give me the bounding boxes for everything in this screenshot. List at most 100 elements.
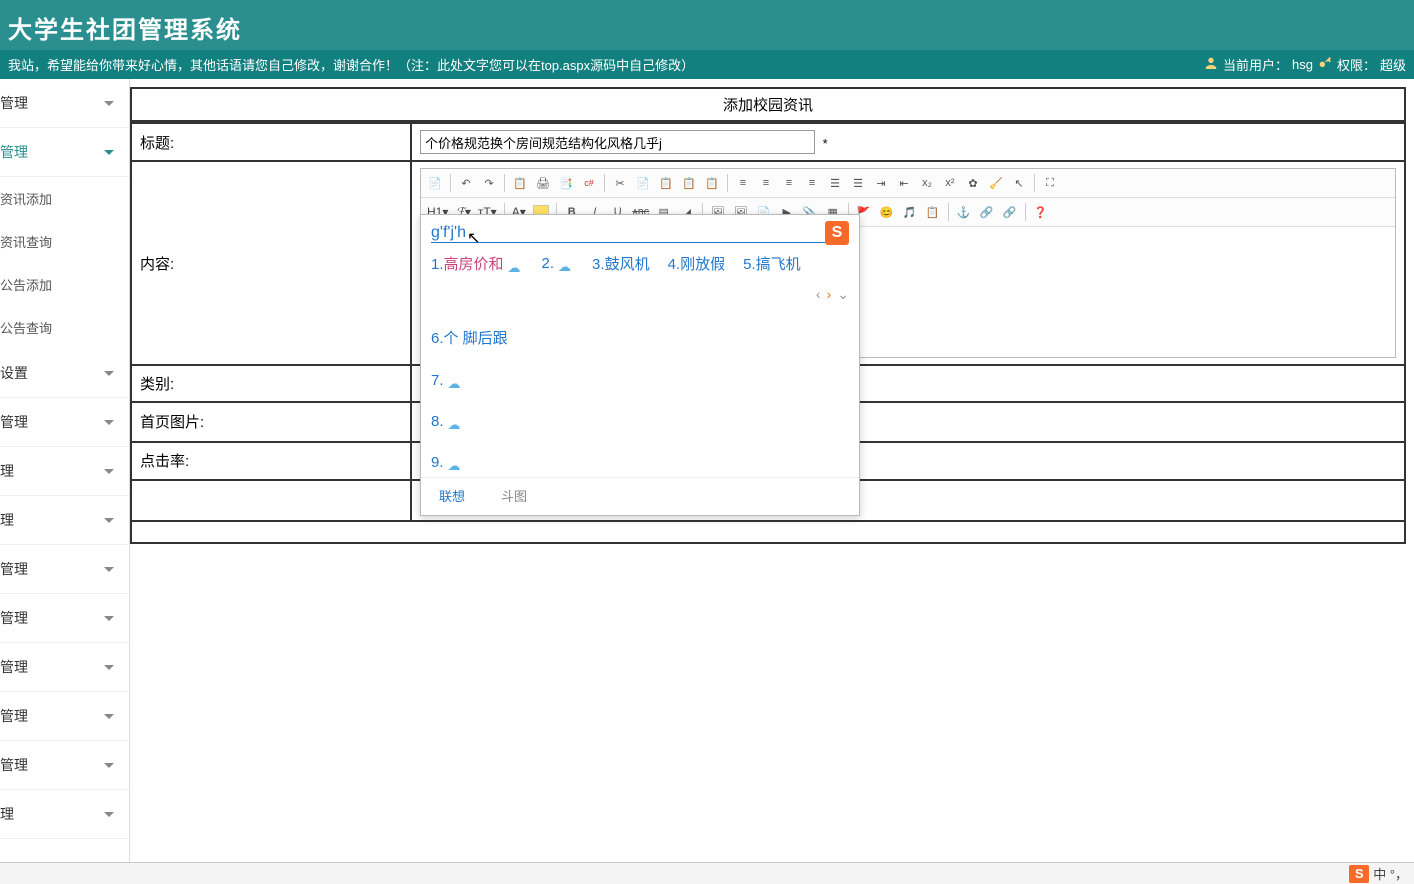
ime-prev-icon[interactable]: ‹: [816, 286, 821, 303]
cloud-icon: [508, 259, 524, 271]
outdent-icon[interactable]: ⇤: [894, 173, 914, 193]
paste-icon[interactable]: 📋: [656, 173, 676, 193]
chevron-down-icon: [104, 616, 114, 621]
help-icon[interactable]: ❓: [1031, 202, 1051, 222]
align-right-icon[interactable]: ≡: [779, 173, 799, 193]
paste-word-icon[interactable]: 📋: [679, 173, 699, 193]
chevron-down-icon: [104, 714, 114, 719]
align-justify-icon[interactable]: ≡: [802, 173, 822, 193]
perm-label: 权限：: [1337, 55, 1376, 74]
taskbar-ime: S 中 °，: [0, 862, 1414, 884]
sidebar-item-2[interactable]: 设置: [0, 349, 129, 398]
sidebar-item-3[interactable]: 管理: [0, 398, 129, 447]
key-icon: [1317, 55, 1333, 74]
cloud-icon: [558, 258, 574, 270]
ime-expand-icon[interactable]: ⌄: [837, 286, 849, 303]
chevron-down-icon: [104, 420, 114, 425]
cloud-icon: [448, 375, 464, 387]
ime-candidate-7[interactable]: 7.: [431, 372, 464, 389]
ime-tab-emoji[interactable]: 斗图: [483, 482, 545, 509]
format-icon[interactable]: ✿: [963, 173, 983, 193]
sidebar-item-9[interactable]: 管理: [0, 692, 129, 741]
ime-candidate-2[interactable]: 2.: [542, 255, 575, 272]
sidebar-item-0[interactable]: 管理: [0, 79, 129, 128]
title-input[interactable]: [420, 130, 815, 154]
sidebar-sub-news-query[interactable]: 资讯查询: [0, 220, 129, 263]
ime-panel: g'f'j'h S 1.高房价和 2. 3.鼓风机 4.刚放假 5.搞飞机 ‹ …: [420, 214, 860, 516]
cut-icon[interactable]: ✂: [610, 173, 630, 193]
media-icon[interactable]: 🎵: [900, 202, 920, 222]
ime-candidate-8[interactable]: 8.: [431, 413, 464, 430]
ime-candidate-5[interactable]: 5.搞飞机: [743, 253, 801, 274]
copy2-icon[interactable]: 📄: [633, 173, 653, 193]
cloud-icon: [448, 457, 464, 469]
anchor-icon[interactable]: ⚓: [954, 202, 974, 222]
sidebar-item-8[interactable]: 管理: [0, 643, 129, 692]
link-icon[interactable]: 🔗: [977, 202, 997, 222]
chevron-down-icon: [104, 101, 114, 106]
ime-candidates: 1.高房价和 2. 3.鼓风机 4.刚放假 5.搞飞机 ‹ › ⌄ 6.个: [421, 247, 859, 477]
print-icon[interactable]: 🖨: [533, 173, 553, 193]
label-category: 类别:: [131, 365, 411, 402]
chevron-down-icon: [104, 371, 114, 376]
chevron-down-icon: [104, 518, 114, 523]
chevron-down-icon: [104, 567, 114, 572]
label-content: 内容:: [131, 161, 411, 365]
source-icon[interactable]: 📄: [425, 173, 445, 193]
perm-value: 超级: [1380, 55, 1406, 74]
sup-icon[interactable]: x²: [940, 173, 960, 193]
emoji-icon[interactable]: 😊: [877, 202, 897, 222]
sidebar-sub-notice-add[interactable]: 公告添加: [0, 263, 129, 306]
ime-candidate-1[interactable]: 1.高房价和: [431, 253, 524, 274]
label-image: 首页图片:: [131, 402, 411, 442]
ime-candidate-6[interactable]: 6.个 脚后跟: [431, 327, 508, 348]
select-icon[interactable]: ↖: [1009, 173, 1029, 193]
required-marker: *: [823, 136, 828, 151]
copy-icon[interactable]: 📋: [510, 173, 530, 193]
cloud-icon: [448, 416, 464, 428]
chevron-down-icon: [104, 812, 114, 817]
current-user-label: 当前用户：: [1223, 55, 1288, 74]
sidebar-item-10[interactable]: 管理: [0, 741, 129, 790]
sidebar-sub-notice-query[interactable]: 公告查询: [0, 306, 129, 349]
label-title: 标题:: [131, 123, 411, 161]
sidebar-sub-news-add[interactable]: 资讯添加: [0, 177, 129, 220]
list-ol-icon[interactable]: ☰: [825, 173, 845, 193]
user-icon: [1203, 55, 1219, 74]
code-icon[interactable]: c#: [579, 173, 599, 193]
ime-candidate-9[interactable]: 9.: [431, 454, 464, 471]
sogou-taskbar-icon[interactable]: S: [1349, 865, 1369, 883]
editor-toolbar: 📄 ↶ ↷ 📋 🖨 📑 c# ✂ 📄 📋: [421, 169, 1395, 198]
ime-candidate-3[interactable]: 3.鼓风机: [592, 253, 650, 274]
ime-lang-indicator[interactable]: 中 °，: [1373, 864, 1408, 883]
sidebar-item-7[interactable]: 管理: [0, 594, 129, 643]
align-left-icon[interactable]: ≡: [733, 173, 753, 193]
fullscreen-icon[interactable]: ⛶: [1040, 173, 1060, 193]
sidebar-item-1[interactable]: 管理: [0, 128, 129, 177]
list-ul-icon[interactable]: ☰: [848, 173, 868, 193]
indent-icon[interactable]: ⇥: [871, 173, 891, 193]
form-table: 标题: * 内容: 📄 ↶ ↷ 📋: [130, 122, 1406, 544]
template-icon[interactable]: 📑: [556, 173, 576, 193]
paste-text-icon[interactable]: 📋: [702, 173, 722, 193]
sidebar-item-4[interactable]: 理: [0, 447, 129, 496]
sidebar-item-6[interactable]: 管理: [0, 545, 129, 594]
panel-title: 添加校园资讯: [130, 87, 1406, 122]
ime-candidate-4[interactable]: 4.刚放假: [668, 253, 726, 274]
unlink-icon[interactable]: 🔗: [1000, 202, 1020, 222]
ime-tab-assoc[interactable]: 联想: [421, 482, 483, 509]
sidebar-item-11[interactable]: 理: [0, 790, 129, 839]
clear-icon[interactable]: 🧹: [986, 173, 1006, 193]
align-center-icon[interactable]: ≡: [756, 173, 776, 193]
chevron-down-icon: [104, 665, 114, 670]
welcome-text: 我站，希望能给你带来好心情，其他话语请您自己修改，谢谢合作！（注：此处文字您可以…: [8, 55, 694, 74]
subheader: 我站，希望能给你带来好心情，其他话语请您自己修改，谢谢合作！（注：此处文字您可以…: [0, 50, 1414, 79]
sidebar-item-5[interactable]: 理: [0, 496, 129, 545]
redo-icon[interactable]: ↷: [479, 173, 499, 193]
undo-icon[interactable]: ↶: [456, 173, 476, 193]
sogou-logo-icon: S: [825, 221, 849, 245]
app-header: 大学生社团管理系统: [0, 0, 1414, 50]
sub-icon[interactable]: x₂: [917, 173, 937, 193]
ime-next-icon[interactable]: ›: [827, 286, 832, 303]
doc-icon[interactable]: 📋: [923, 202, 943, 222]
